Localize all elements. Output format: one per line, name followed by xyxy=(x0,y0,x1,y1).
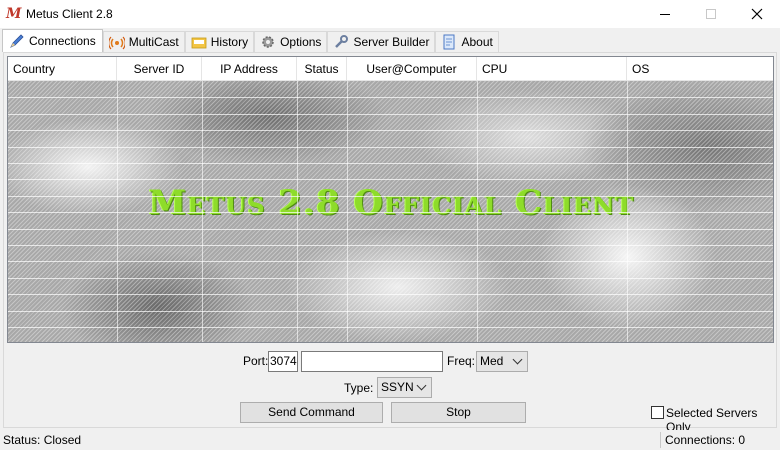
pen-icon xyxy=(9,33,25,49)
grid-row-line xyxy=(8,311,773,312)
tab-connections[interactable]: Connections xyxy=(2,29,103,52)
grid-row-line xyxy=(8,229,773,230)
tab-server-builder[interactable]: Server Builder xyxy=(327,31,436,52)
column-header-ip-address[interactable]: IP Address xyxy=(202,57,297,81)
grid-row-line xyxy=(8,130,773,131)
wrench-icon xyxy=(333,34,349,50)
status-text: Status: Closed xyxy=(3,433,82,447)
tab-label: MultiCast xyxy=(128,35,179,49)
grid-row-line xyxy=(8,327,773,328)
maximize-icon xyxy=(706,9,716,19)
tab-options[interactable]: Options xyxy=(254,31,328,52)
minimize-button[interactable] xyxy=(642,0,688,28)
tab-history[interactable]: History xyxy=(184,31,255,52)
port-label: Port: xyxy=(243,354,269,368)
close-button[interactable] xyxy=(734,0,780,28)
grid-column-line xyxy=(627,81,628,342)
column-header-os[interactable]: OS xyxy=(627,57,773,81)
grid-row-line xyxy=(8,212,773,213)
column-header-status[interactable]: Status xyxy=(297,57,347,81)
grid-row-line xyxy=(8,196,773,197)
connections-list[interactable]: Country Server ID IP Address Status User… xyxy=(7,56,774,343)
list-grid: Metus 2.8 Official Client xyxy=(8,81,773,342)
freq-label: Freq: xyxy=(447,354,476,368)
grid-row-line xyxy=(8,163,773,164)
broadcast-icon xyxy=(107,34,126,50)
chevron-down-icon xyxy=(416,380,427,391)
maximize-button[interactable] xyxy=(688,0,734,28)
grid-row-line xyxy=(8,114,773,115)
column-header-cpu[interactable]: CPU xyxy=(477,57,627,81)
freq-value: Med xyxy=(480,354,504,368)
grid-column-line xyxy=(477,81,478,342)
type-value: SSYN xyxy=(381,380,414,394)
grid-row-line xyxy=(8,97,773,98)
tab-about[interactable]: About xyxy=(435,31,499,52)
type-label: Type: xyxy=(344,381,374,395)
tab-label: Server Builder xyxy=(353,35,430,49)
watermark-text: Metus 2.8 Official Client xyxy=(148,183,635,223)
freq-select[interactable]: Med xyxy=(476,351,528,372)
stop-button[interactable]: Stop xyxy=(391,402,526,423)
tab-strip: Connections MultiCast History Options Se… xyxy=(2,29,499,52)
tab-label: Connections xyxy=(29,34,96,48)
tab-label: History xyxy=(210,35,249,49)
chevron-down-icon xyxy=(512,354,523,365)
column-header-user-computer[interactable]: User@Computer xyxy=(347,57,477,81)
connections-count: Connections: 0 xyxy=(665,433,746,447)
title-bar: M Metus Client 2.8 xyxy=(0,0,780,28)
close-icon xyxy=(751,8,763,20)
tab-label: Options xyxy=(280,35,322,49)
gear-icon xyxy=(260,34,276,50)
grid-row-line xyxy=(8,278,773,279)
metus-m-icon: M xyxy=(6,6,22,22)
tab-label: About xyxy=(461,35,493,49)
grid-column-line xyxy=(297,81,298,342)
port-input[interactable]: 3074 xyxy=(268,351,298,372)
connections-panel: Country Server ID IP Address Status User… xyxy=(3,52,777,434)
type-select[interactable]: SSYN xyxy=(377,377,432,398)
grid-row-line xyxy=(8,261,773,262)
grid-column-line xyxy=(117,81,118,342)
send-command-button[interactable]: Send Command xyxy=(240,402,383,423)
grid-row-line xyxy=(8,147,773,148)
tab-multicast[interactable]: MultiCast xyxy=(102,31,185,52)
grid-column-line xyxy=(202,81,203,342)
status-divider xyxy=(660,432,661,448)
list-header: Country Server ID IP Address Status User… xyxy=(8,57,773,81)
window-title: Metus Client 2.8 xyxy=(26,7,113,21)
grid-row-line xyxy=(8,179,773,180)
document-icon xyxy=(441,34,457,50)
target-input[interactable] xyxy=(301,351,443,372)
column-header-country[interactable]: Country xyxy=(8,57,117,81)
grid-row-line xyxy=(8,294,773,295)
column-header-server-id[interactable]: Server ID xyxy=(117,57,202,81)
selected-servers-only-checkbox[interactable] xyxy=(651,406,664,419)
grid-column-line xyxy=(347,81,348,342)
grid-row-line xyxy=(8,245,773,246)
status-bar: Status: Closed Connections: 0 xyxy=(0,430,780,450)
minimize-icon xyxy=(660,13,670,15)
folder-icon xyxy=(191,34,207,50)
